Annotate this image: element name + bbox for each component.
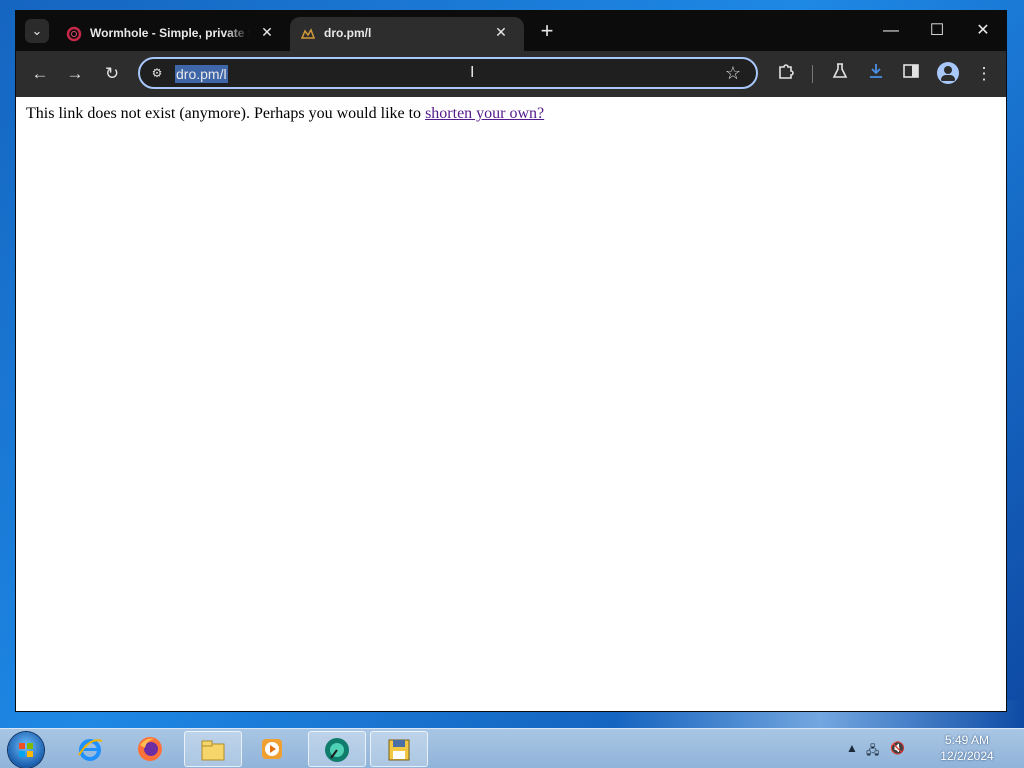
address-bar[interactable]: ⚙ dro.pm/l I ☆ <box>138 57 758 89</box>
taskbar-internet-explorer[interactable] <box>62 731 120 767</box>
tab-close-button[interactable]: ✕ <box>492 23 510 41</box>
close-window-button[interactable]: ✕ <box>968 19 998 43</box>
tab-search-button[interactable]: ⌄ <box>25 19 49 43</box>
save-disk-icon <box>388 739 410 761</box>
minimize-button[interactable]: — <box>876 19 906 43</box>
internet-explorer-icon <box>78 739 103 761</box>
firefox-icon <box>138 737 162 761</box>
flask-icon <box>832 63 848 78</box>
bookmark-star-icon[interactable]: ☆ <box>722 62 744 84</box>
arrow-right-icon: → <box>66 64 84 83</box>
taskbar-save-app[interactable] <box>370 731 428 767</box>
side-panel-button[interactable] <box>899 62 923 86</box>
windows-taskbar: ▲ 🖧 🔇 5:49 AM 12/2/2024 <box>0 728 1024 768</box>
browser-toolbar: ← → ↻ ⚙ dro.pm/l I ☆ ⋮ <box>16 51 1006 97</box>
show-hidden-icons-icon[interactable]: ▲ <box>846 741 858 755</box>
arrow-left-icon: ← <box>31 64 49 83</box>
tab-strip: ⌄ Wormhole - Simple, private fil ✕ dro.p… <box>16 11 1006 51</box>
toolbar-separator <box>812 65 813 83</box>
taskbar-file-explorer[interactable] <box>184 731 242 767</box>
site-info-icon[interactable]: ⚙ <box>148 64 166 82</box>
new-tab-button[interactable]: + <box>536 20 558 43</box>
side-panel-icon <box>903 64 919 78</box>
reload-icon: ↻ <box>104 64 120 83</box>
taskbar-browser-app[interactable] <box>308 731 366 767</box>
reload-button[interactable]: ↻ <box>100 62 124 86</box>
maximize-button[interactable]: ☐ <box>922 19 952 43</box>
chevron-down-icon: ⌄ <box>31 23 43 38</box>
kebab-menu-icon: ⋮ <box>975 64 993 83</box>
message-text: This link does not exist (anymore). Perh… <box>26 105 426 122</box>
tab-dro-pm[interactable]: dro.pm/l ✕ <box>290 17 524 51</box>
shorten-link[interactable]: shorten your own? <box>425 105 544 122</box>
page-content: This link does not exist (anymore). Perh… <box>16 97 1006 711</box>
labs-button[interactable] <box>828 62 852 86</box>
network-icon[interactable]: 🖧 <box>866 741 879 762</box>
browser-app-icon <box>325 738 349 762</box>
menu-button[interactable]: ⋮ <box>972 62 996 86</box>
download-icon <box>870 64 882 78</box>
tab-title: dro.pm/l <box>324 26 372 40</box>
clock-time: 5:49 AM <box>944 733 990 747</box>
tab-close-button[interactable]: ✕ <box>258 23 276 41</box>
taskbar-firefox[interactable] <box>122 731 180 767</box>
url-input[interactable]: dro.pm/l <box>175 65 228 83</box>
system-clock[interactable]: 5:49 AM 12/2/2024 <box>932 732 1002 764</box>
back-button[interactable]: ← <box>28 62 52 86</box>
extensions-button[interactable] <box>774 62 798 86</box>
text-cursor-icon: I <box>470 64 475 81</box>
browser-window: ⌄ Wormhole - Simple, private fil ✕ dro.p… <box>16 11 1006 711</box>
tab-wormhole[interactable]: Wormhole - Simple, private fil ✕ <box>56 17 290 51</box>
wormhole-ring-icon <box>66 26 82 42</box>
media-player-icon <box>262 739 282 759</box>
taskbar-media-player[interactable] <box>244 731 302 767</box>
windows-logo-icon <box>19 743 33 757</box>
volume-muted-icon[interactable]: 🔇 <box>890 741 905 755</box>
dro-pm-favicon <box>300 28 316 39</box>
profile-avatar-icon[interactable] <box>937 62 959 84</box>
tab-title: Wormhole - Simple, private fil <box>90 26 250 40</box>
forward-button[interactable]: → <box>63 62 87 86</box>
start-button[interactable] <box>8 732 44 768</box>
downloads-button[interactable] <box>864 62 888 86</box>
file-explorer-icon <box>201 740 225 761</box>
puzzle-icon <box>779 64 794 79</box>
clock-date: 12/2/2024 <box>940 749 994 763</box>
not-found-message: This link does not exist (anymore). Perh… <box>26 105 1006 123</box>
